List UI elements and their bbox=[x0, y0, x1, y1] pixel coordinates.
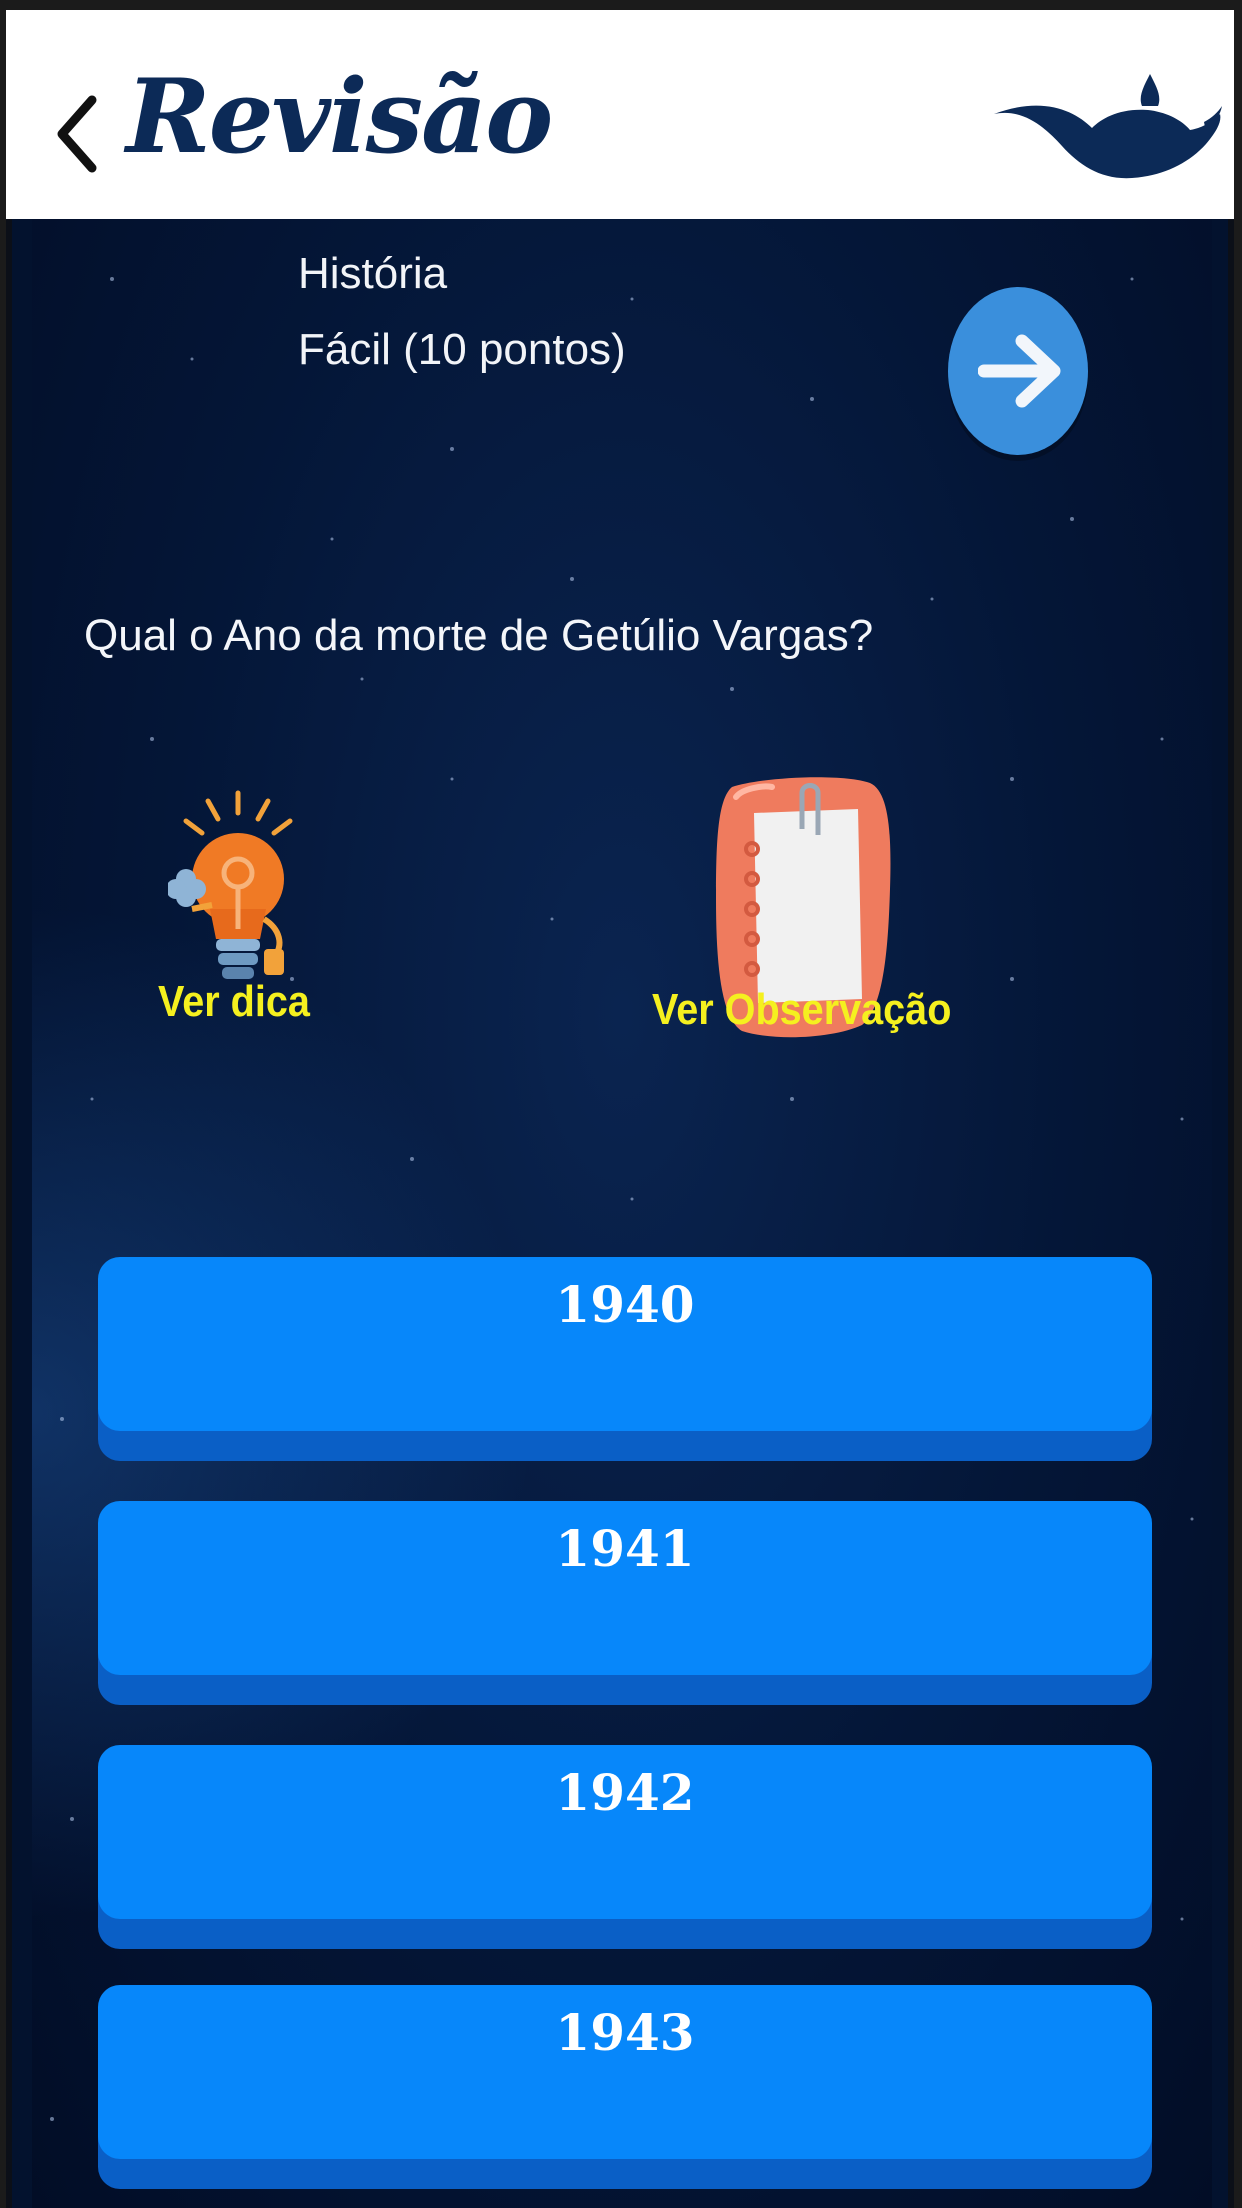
answer-option-1[interactable]: 1940 bbox=[98, 1257, 1152, 1461]
top-bar: Revisão bbox=[6, 10, 1234, 219]
back-button[interactable] bbox=[54, 94, 104, 174]
next-question-button[interactable] bbox=[948, 287, 1088, 455]
difficulty-label: Fácil (10 pontos) bbox=[298, 325, 626, 374]
answer-label: 1941 bbox=[555, 1519, 695, 1578]
answer-option-4[interactable]: 1943 bbox=[98, 1985, 1152, 2189]
arrow-right-icon bbox=[978, 334, 1061, 408]
magic-lamp-logo bbox=[994, 74, 1222, 179]
subject-label: História bbox=[298, 249, 448, 298]
page-title: Revisão bbox=[126, 57, 553, 177]
left-edge bbox=[6, 219, 12, 2208]
question-text: Qual o Ano da morte de Getúlio Vargas? bbox=[84, 611, 874, 660]
quiz-panel: História Fácil (10 pontos) Qual o Ano da… bbox=[32, 219, 1212, 2208]
app-screen: Revisão História Fácil (10 pontos) Qual … bbox=[6, 10, 1234, 2208]
hint-label: Ver dica bbox=[158, 977, 310, 1026]
answer-label: 1940 bbox=[555, 1275, 695, 1334]
answer-option-3[interactable]: 1942 bbox=[98, 1745, 1152, 1949]
right-edge bbox=[1228, 219, 1234, 2208]
answer-option-2[interactable]: 1941 bbox=[98, 1501, 1152, 1705]
chevron-left-icon bbox=[57, 95, 97, 173]
answer-label: 1943 bbox=[555, 2003, 695, 2062]
observation-label: Ver Observação bbox=[652, 985, 952, 1034]
answer-label: 1942 bbox=[555, 1763, 695, 1822]
